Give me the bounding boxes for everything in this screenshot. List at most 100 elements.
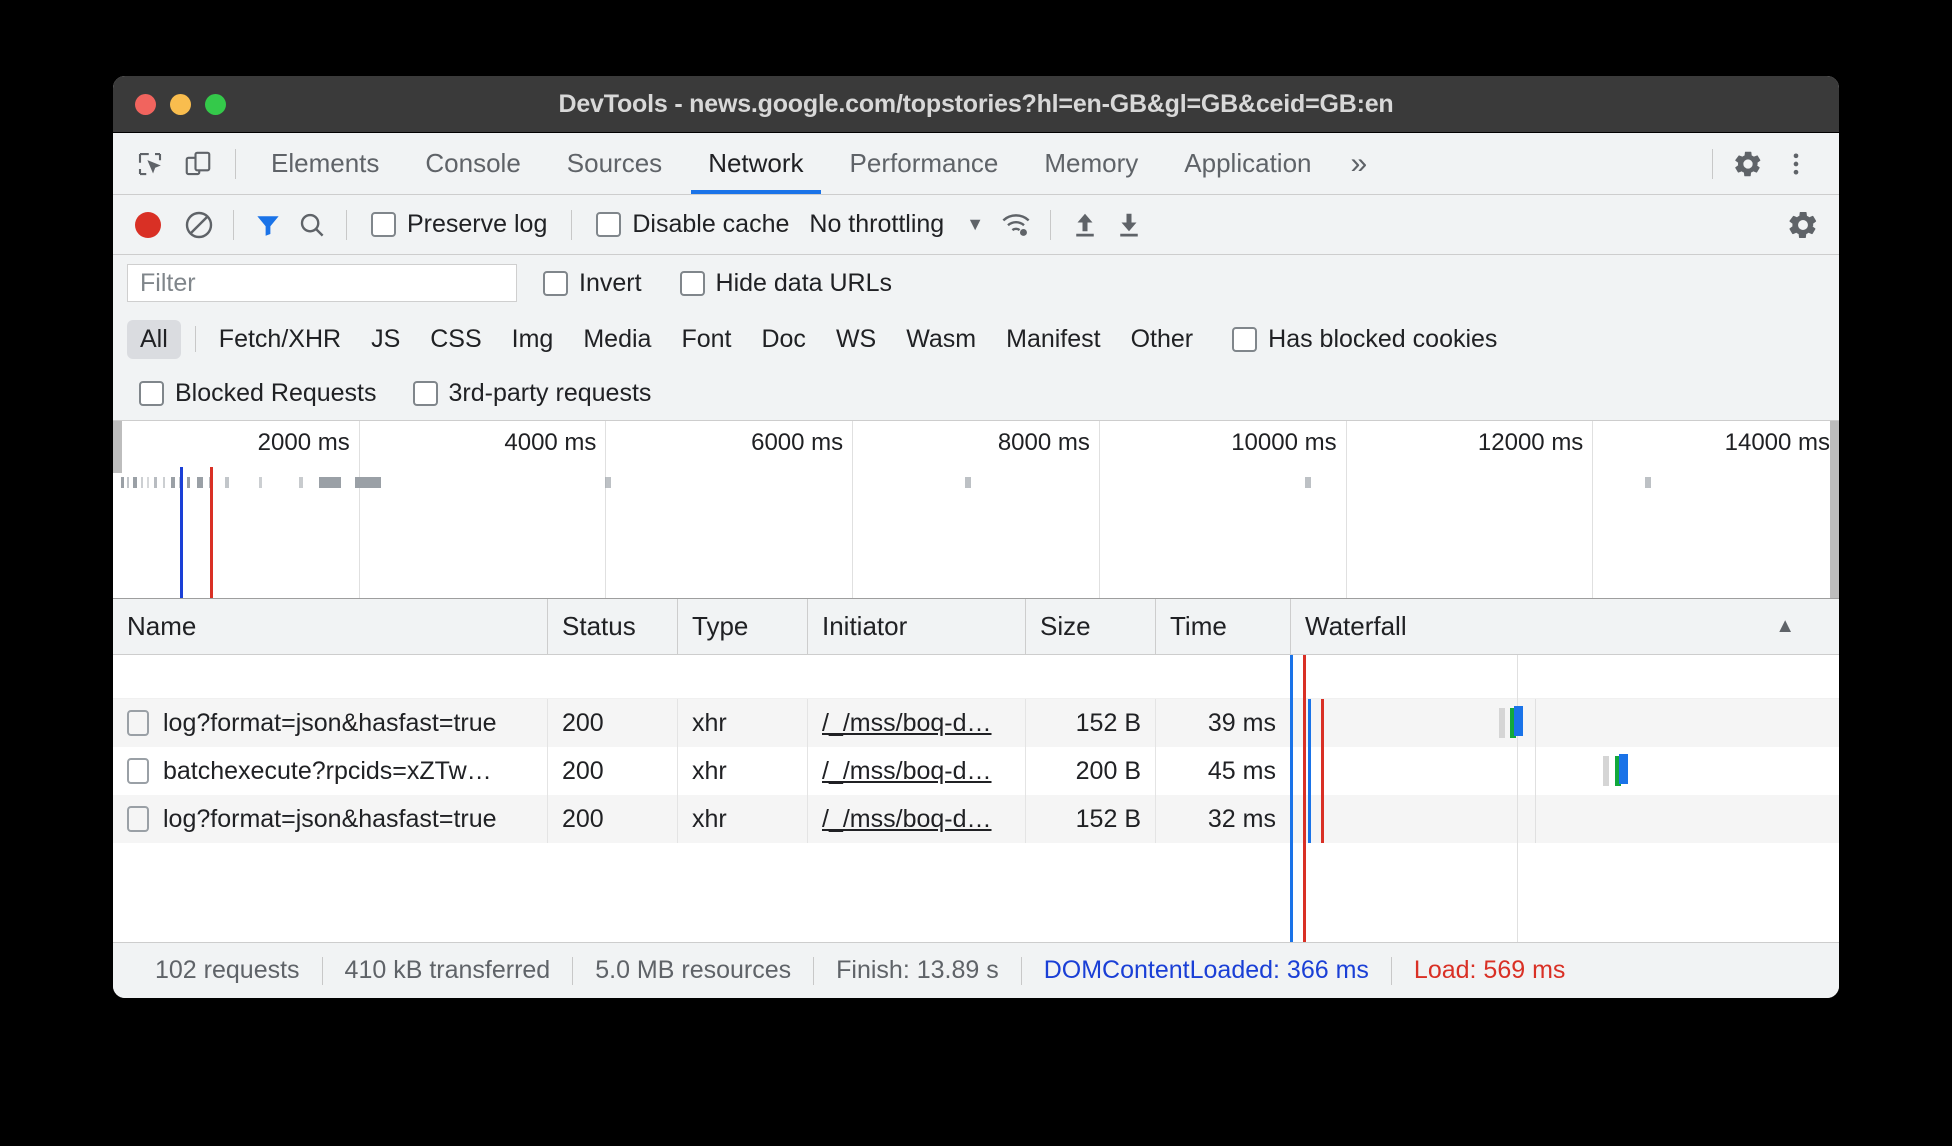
status-load: Load: 569 ms bbox=[1413, 956, 1566, 984]
initiator-link[interactable]: /_/mss/boq-d… bbox=[822, 805, 992, 834]
blocked-requests-checkbox[interactable]: Blocked Requests bbox=[127, 379, 389, 408]
type-filter-wasm[interactable]: Wasm bbox=[893, 320, 989, 359]
table-row[interactable]: log?format=json&hasfast=true 200 xhr /_/… bbox=[113, 795, 1839, 843]
cell-initiator[interactable]: /_/mss/boq-d… bbox=[808, 747, 1026, 795]
screenshot-stage: DevTools - news.google.com/topstories?hl… bbox=[0, 0, 1952, 1146]
row-checkbox[interactable] bbox=[127, 758, 149, 784]
type-filter-js[interactable]: JS bbox=[358, 320, 413, 359]
cell-initiator[interactable]: /_/mss/boq-d… bbox=[808, 699, 1026, 747]
type-filter-all[interactable]: All bbox=[127, 319, 181, 359]
record-dot bbox=[135, 211, 161, 238]
gear-icon[interactable] bbox=[1781, 203, 1825, 247]
tabbar-right-actions bbox=[1700, 141, 1839, 187]
cell-size: 200 B bbox=[1026, 747, 1156, 795]
cell-name[interactable]: batchexecute?rpcids=xZTw… bbox=[113, 747, 548, 795]
status-transferred: 410 kB transferred bbox=[344, 956, 551, 984]
type-filter-ws[interactable]: WS bbox=[823, 320, 889, 359]
kebab-menu-icon[interactable] bbox=[1773, 141, 1819, 187]
type-filter-doc[interactable]: Doc bbox=[748, 320, 818, 359]
column-header-status[interactable]: Status bbox=[548, 599, 678, 654]
tab-performance[interactable]: Performance bbox=[827, 133, 1022, 194]
type-filter-css[interactable]: CSS bbox=[417, 320, 494, 359]
cell-name[interactable]: log?format=json&hasfast=true bbox=[113, 699, 548, 747]
window-controls bbox=[135, 93, 226, 115]
toolbar-divider-2 bbox=[346, 209, 347, 240]
more-tabs-icon[interactable]: » bbox=[1335, 147, 1384, 181]
tab-network[interactable]: Network bbox=[685, 133, 826, 194]
maximize-window-button[interactable] bbox=[205, 93, 226, 115]
blocked-filters-row: Blocked Requests 3rd-party requests bbox=[113, 367, 1839, 421]
wifi-settings-icon[interactable] bbox=[994, 203, 1038, 247]
overview-left-handle[interactable] bbox=[113, 421, 122, 473]
has-blocked-cookies-checkbox[interactable]: Has blocked cookies bbox=[1210, 325, 1509, 354]
disable-cache-label: Disable cache bbox=[632, 210, 790, 238]
filter-bar: Filter Invert Hide data URLs bbox=[113, 255, 1839, 311]
status-finish: Finish: 13.89 s bbox=[836, 956, 999, 984]
toolbar-divider-1 bbox=[233, 209, 234, 240]
type-filter-manifest[interactable]: Manifest bbox=[993, 320, 1113, 359]
row-checkbox[interactable] bbox=[127, 806, 149, 832]
column-header-time[interactable]: Time bbox=[1156, 599, 1291, 654]
tab-sources[interactable]: Sources bbox=[544, 133, 685, 194]
throttling-value[interactable]: No throttling bbox=[801, 210, 944, 239]
table-row[interactable]: log?format=json&hasfast=true 200 xhr /_/… bbox=[113, 699, 1839, 747]
cell-initiator[interactable]: /_/mss/boq-d… bbox=[808, 795, 1026, 843]
tab-label: Elements bbox=[271, 148, 380, 178]
cell-waterfall[interactable] bbox=[1291, 699, 1839, 747]
tab-application[interactable]: Application bbox=[1161, 133, 1334, 194]
export-har-icon[interactable] bbox=[1107, 203, 1151, 247]
clear-network-log-icon[interactable] bbox=[177, 203, 221, 247]
import-har-icon[interactable] bbox=[1063, 203, 1107, 247]
network-request-table: Name Status Type Initiator Size Time Wat… bbox=[113, 599, 1839, 942]
column-header-waterfall-label: Waterfall bbox=[1305, 611, 1407, 641]
inspect-element-icon[interactable] bbox=[127, 141, 173, 187]
column-header-type[interactable]: Type bbox=[678, 599, 808, 654]
tab-memory[interactable]: Memory bbox=[1021, 133, 1161, 194]
filter-funnel-icon[interactable] bbox=[246, 203, 290, 247]
cell-waterfall[interactable] bbox=[1291, 747, 1839, 795]
type-filter-divider bbox=[194, 326, 196, 352]
preserve-log-checkbox[interactable]: Preserve log bbox=[359, 210, 559, 239]
column-header-waterfall[interactable]: Waterfall ▲ bbox=[1291, 599, 1839, 654]
tab-elements[interactable]: Elements bbox=[248, 133, 402, 194]
row-checkbox[interactable] bbox=[127, 710, 149, 736]
initiator-link[interactable]: /_/mss/boq-d… bbox=[822, 709, 992, 738]
gear-icon[interactable] bbox=[1725, 141, 1771, 187]
checkbox-box bbox=[139, 381, 164, 406]
cell-name[interactable]: log?format=json&hasfast=true bbox=[113, 795, 548, 843]
toolbar-divider-3 bbox=[571, 209, 573, 240]
minimize-window-button[interactable] bbox=[170, 93, 191, 115]
close-window-button[interactable] bbox=[135, 93, 156, 115]
window-title: DevTools - news.google.com/topstories?hl… bbox=[558, 89, 1394, 118]
column-header-size[interactable]: Size bbox=[1026, 599, 1156, 654]
network-overview-timeline[interactable]: 2000 ms 4000 ms 6000 ms 8000 ms 10000 ms… bbox=[113, 421, 1839, 599]
initiator-link[interactable]: /_/mss/boq-d… bbox=[822, 757, 992, 786]
hide-data-urls-checkbox[interactable]: Hide data URLs bbox=[654, 269, 904, 298]
checkbox-box bbox=[679, 270, 705, 296]
table-row[interactable]: batchexecute?rpcids=xZTw… 200 xhr /_/mss… bbox=[113, 747, 1839, 795]
status-requests: 102 requests bbox=[155, 956, 300, 984]
filter-input[interactable]: Filter bbox=[127, 264, 517, 302]
type-filter-other[interactable]: Other bbox=[1118, 320, 1207, 359]
tab-console[interactable]: Console bbox=[402, 133, 543, 194]
overview-tick-label: 6000 ms bbox=[751, 429, 844, 456]
type-filter-fetch-xhr[interactable]: Fetch/XHR bbox=[206, 320, 354, 359]
cell-waterfall[interactable] bbox=[1291, 795, 1839, 843]
third-party-requests-checkbox[interactable]: 3rd-party requests bbox=[389, 379, 664, 408]
chevron-down-icon[interactable]: ▼ bbox=[944, 214, 994, 235]
device-toolbar-icon[interactable] bbox=[175, 141, 221, 187]
type-filter-font[interactable]: Font bbox=[668, 320, 744, 359]
overview-cell: 10000 ms bbox=[1100, 421, 1347, 598]
invert-checkbox[interactable]: Invert bbox=[517, 269, 654, 298]
overview-right-handle[interactable] bbox=[1830, 421, 1839, 598]
type-filter-img[interactable]: Img bbox=[499, 320, 567, 359]
record-button-icon[interactable] bbox=[127, 204, 169, 246]
search-icon[interactable] bbox=[290, 203, 334, 247]
type-filter-media[interactable]: Media bbox=[570, 320, 664, 359]
column-header-initiator[interactable]: Initiator bbox=[808, 599, 1026, 654]
window-title-bar: DevTools - news.google.com/topstories?hl… bbox=[113, 76, 1839, 133]
disable-cache-checkbox[interactable]: Disable cache bbox=[584, 210, 801, 239]
column-header-name[interactable]: Name bbox=[113, 599, 548, 654]
overview-tick-label: 2000 ms bbox=[257, 429, 350, 456]
cell-status: 200 bbox=[548, 699, 678, 747]
